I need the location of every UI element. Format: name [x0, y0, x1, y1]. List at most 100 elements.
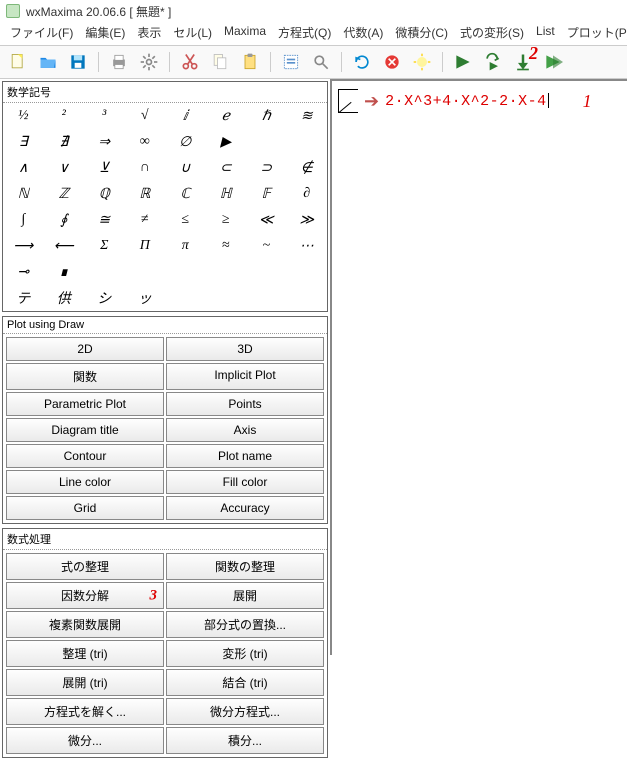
symbol-item[interactable]: ℤ — [44, 181, 85, 207]
symbol-item[interactable]: ℂ — [165, 181, 206, 207]
symbol-item[interactable]: ½ — [3, 103, 44, 129]
draw-button[interactable]: 関数 — [6, 363, 164, 390]
symbol-item[interactable]: ℍ — [206, 181, 247, 207]
input-cell[interactable]: ➔ 2·X^3+4·X^2-2·X-4 1 — [338, 89, 621, 113]
menu-list[interactable]: List — [530, 22, 561, 43]
symbol-item[interactable] — [165, 259, 206, 285]
symbol-item[interactable]: ∨ — [44, 155, 85, 181]
symbol-item[interactable]: √ — [125, 103, 166, 129]
draw-button[interactable]: Parametric Plot — [6, 392, 164, 416]
draw-button[interactable]: Implicit Plot — [166, 363, 324, 390]
draw-button[interactable]: Contour — [6, 444, 164, 468]
cut-icon[interactable] — [178, 50, 202, 74]
symbol-item[interactable]: ≋ — [287, 103, 328, 129]
copy-icon[interactable] — [208, 50, 232, 74]
symbol-item[interactable]: 𝔽 — [246, 181, 287, 207]
draw-button[interactable]: 3D — [166, 337, 324, 361]
symbol-item[interactable]: ⊻ — [84, 155, 125, 181]
symbol-item[interactable]: ∪ — [165, 155, 206, 181]
draw-button[interactable]: 2D — [6, 337, 164, 361]
symbol-item[interactable]: シ — [84, 285, 125, 311]
symbol-item[interactable]: ~ — [246, 233, 287, 259]
simplify-button[interactable]: 微分... — [6, 727, 164, 754]
symbol-item[interactable]: ⊂ — [206, 155, 247, 181]
simplify-button[interactable]: 積分... — [166, 727, 324, 754]
symbol-item[interactable]: ∄ — [44, 129, 85, 155]
symbol-item[interactable]: ℯ — [206, 103, 247, 129]
symbol-item[interactable]: ∃ — [3, 129, 44, 155]
menu-maxima[interactable]: Maxima — [218, 22, 272, 43]
print-icon[interactable] — [107, 50, 131, 74]
simplify-button[interactable]: 式の整理 — [6, 553, 164, 580]
new-file-icon[interactable] — [6, 50, 30, 74]
symbol-item[interactable]: ∂ — [287, 181, 328, 207]
simplify-button[interactable]: 微分方程式... — [166, 698, 324, 725]
symbol-item[interactable]: ∅ — [165, 129, 206, 155]
draw-button[interactable]: Points — [166, 392, 324, 416]
eval-icon[interactable] — [451, 50, 475, 74]
symbol-item[interactable]: ℚ — [84, 181, 125, 207]
simplify-button[interactable]: 因数分解3 — [6, 582, 164, 609]
symbol-item[interactable]: ∎ — [44, 259, 85, 285]
symbol-item[interactable]: Π — [125, 233, 166, 259]
open-file-icon[interactable] — [36, 50, 60, 74]
symbol-item[interactable]: ⟵ — [44, 233, 85, 259]
save-file-icon[interactable] — [66, 50, 90, 74]
paste-icon[interactable] — [238, 50, 262, 74]
symbol-item[interactable]: ⋯ — [287, 233, 328, 259]
draw-button[interactable]: Diagram title — [6, 418, 164, 442]
symbol-item[interactable]: テ — [3, 285, 44, 311]
draw-button[interactable]: Grid — [6, 496, 164, 520]
menu-file[interactable]: ファイル(F) — [4, 22, 79, 43]
symbol-item[interactable]: ² — [44, 103, 85, 129]
settings-icon[interactable] — [137, 50, 161, 74]
symbol-item[interactable]: ∩ — [125, 155, 166, 181]
symbol-item[interactable]: ℝ — [125, 181, 166, 207]
menu-equation[interactable]: 方程式(Q) — [272, 22, 337, 43]
symbol-item[interactable]: ≠ — [125, 207, 166, 233]
draw-button[interactable]: Accuracy — [166, 496, 324, 520]
eval-next-icon[interactable] — [481, 50, 505, 74]
symbol-item[interactable]: ℏ — [246, 103, 287, 129]
symbol-item[interactable] — [125, 259, 166, 285]
simplify-button[interactable]: 複素関数展開 — [6, 611, 164, 638]
simplify-button[interactable]: 方程式を解く... — [6, 698, 164, 725]
simplify-button[interactable]: 関数の整理 — [166, 553, 324, 580]
symbol-item[interactable]: ∞ — [125, 129, 166, 155]
symbol-item[interactable] — [246, 129, 287, 155]
eval-rest-icon[interactable] — [541, 50, 565, 74]
draw-button[interactable]: Fill color — [166, 470, 324, 494]
menu-cell[interactable]: セル(L) — [167, 22, 218, 43]
symbol-item[interactable]: π — [165, 233, 206, 259]
stop-icon[interactable] — [380, 50, 404, 74]
draw-button[interactable]: Line color — [6, 470, 164, 494]
symbol-item[interactable]: ≅ — [84, 207, 125, 233]
editor-content[interactable]: 2 ➔ 2·X^3+4·X^2-2·X-4 1 — [330, 79, 627, 655]
cell-expression[interactable]: 2·X^3+4·X^2-2·X-4 — [385, 93, 549, 110]
symbol-item[interactable]: ≪ — [246, 207, 287, 233]
symbol-item[interactable]: ⇒ — [84, 129, 125, 155]
symbol-item[interactable] — [165, 285, 206, 311]
menu-view[interactable]: 表示 — [131, 22, 167, 43]
symbol-item[interactable]: ≫ — [287, 207, 328, 233]
symbol-item[interactable]: ▶ — [206, 129, 247, 155]
menu-plot[interactable]: プロット(P) — [561, 22, 627, 43]
symbol-item[interactable]: ⊸ — [3, 259, 44, 285]
menu-edit[interactable]: 編集(E) — [79, 22, 131, 43]
menu-algebra[interactable]: 代数(A) — [337, 22, 389, 43]
symbol-item[interactable]: ≥ — [206, 207, 247, 233]
symbol-item[interactable] — [287, 129, 328, 155]
simplify-button[interactable]: 部分式の置換... — [166, 611, 324, 638]
symbol-item[interactable] — [287, 259, 328, 285]
symbol-item[interactable]: ⟶ — [3, 233, 44, 259]
simplify-button[interactable]: 展開 (tri) — [6, 669, 164, 696]
symbol-item[interactable]: ≤ — [165, 207, 206, 233]
symbol-item[interactable]: ッ — [125, 285, 166, 311]
symbol-item[interactable] — [287, 285, 328, 311]
symbol-item[interactable]: ∧ — [3, 155, 44, 181]
symbol-item[interactable] — [246, 259, 287, 285]
draw-button[interactable]: Plot name — [166, 444, 324, 468]
symbol-item[interactable]: ℕ — [3, 181, 44, 207]
menu-simplify[interactable]: 式の変形(S) — [454, 22, 530, 43]
select-all-icon[interactable] — [279, 50, 303, 74]
